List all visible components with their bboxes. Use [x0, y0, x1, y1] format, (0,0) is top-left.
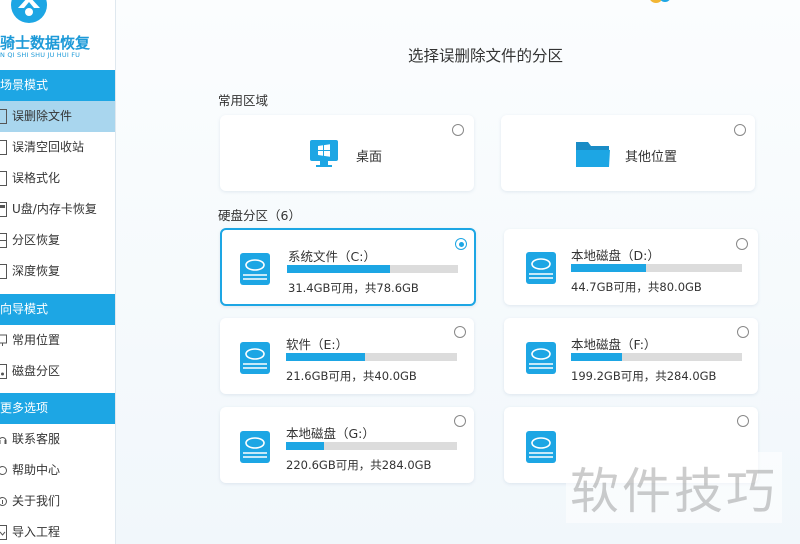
drive-card-d[interactable]: 本地磁盘（D:） 44.7GB可用，共80.0GB	[504, 229, 758, 305]
location-label: 其他位置	[625, 150, 678, 165]
logo-title: 骑士数据恢复	[0, 34, 91, 52]
radio-drive-d[interactable]	[736, 238, 748, 250]
radio-other-location[interactable]	[734, 124, 746, 136]
drive-name: 软件（E:）	[286, 337, 349, 352]
drive-space-info: 220.6GB可用，共284.0GB	[286, 458, 432, 472]
drive-card-e[interactable]: 软件（E:） 21.6GB可用，共40.0GB	[220, 318, 474, 394]
monitor-icon	[0, 334, 7, 346]
drive-card-c[interactable]: 系统文件（C:） 31.4GB可用，共78.6GB	[220, 228, 476, 306]
section-header-scene: 场景模式	[0, 70, 115, 101]
hard-drive-icon	[526, 342, 556, 374]
section-header-more: 更多选项	[0, 393, 115, 424]
sidebar-item-help-center[interactable]: 帮助中心	[0, 455, 115, 486]
drive-usage-bar	[571, 264, 742, 272]
sidebar-item-recycle-bin[interactable]: 误清空回收站	[0, 132, 115, 163]
logo-icon	[11, 0, 47, 23]
drive-usage-bar	[287, 265, 458, 273]
desktop-icon	[310, 140, 338, 167]
location-label: 桌面	[356, 150, 383, 165]
headset-icon	[0, 437, 7, 444]
drive-name: 本地磁盘（D:）	[571, 248, 660, 263]
partition-icon	[0, 233, 7, 248]
file-icon	[0, 109, 7, 124]
hard-drive-icon	[526, 431, 556, 463]
sidebar-item-label: 深度恢复	[12, 264, 61, 278]
common-area-label: 常用区域	[218, 93, 269, 108]
sidebar-item-label: 帮助中心	[12, 463, 61, 477]
drive-card-g[interactable]: 本地磁盘（G:） 220.6GB可用，共284.0GB	[220, 407, 474, 483]
drive-name: 本地磁盘（F:）	[571, 337, 657, 352]
page-title: 选择误删除文件的分区	[408, 47, 564, 65]
drive-usage-fill	[571, 353, 623, 361]
drive-usage-bar	[571, 353, 742, 361]
drive-space-info: 31.4GB可用，共78.6GB	[288, 281, 419, 295]
sidebar-item-contact-support[interactable]: 联系客服	[0, 424, 115, 455]
info-icon	[0, 497, 7, 506]
hard-drive-icon	[526, 252, 556, 284]
file-icon	[0, 264, 7, 279]
file-icon	[0, 140, 7, 155]
hard-drive-icon	[240, 253, 270, 285]
drive-space-info: 44.7GB可用，共80.0GB	[571, 280, 702, 294]
location-card-other[interactable]: 其他位置	[501, 115, 755, 191]
radio-drive-c[interactable]	[455, 238, 467, 250]
hard-drive-icon	[240, 431, 270, 463]
sidebar-item-import-project[interactable]: 导入工程	[0, 517, 115, 544]
radio-desktop[interactable]	[452, 124, 464, 136]
sidebar-item-deep-recovery[interactable]: 深度恢复	[0, 256, 115, 287]
sidebar-item-label: 磁盘分区	[12, 364, 61, 378]
radio-drive-g[interactable]	[454, 415, 466, 427]
file-icon	[0, 171, 7, 186]
sidebar-item-label: 关于我们	[12, 494, 61, 508]
sidebar-item-about-us[interactable]: 关于我们	[0, 486, 115, 517]
drive-name: 系统文件（C:）	[288, 249, 376, 264]
drive-space-info: 21.6GB可用，共40.0GB	[286, 369, 417, 383]
watermark-text: 软件技巧	[566, 452, 783, 523]
sidebar-item-usb[interactable]: U盘/内存卡恢复	[0, 194, 115, 225]
logo-subtitle: N QI SHI SHU JU HUI FU	[0, 51, 81, 59]
drive-usage-bar	[286, 442, 457, 450]
sidebar-item-common-locations[interactable]: 常用位置	[0, 325, 115, 356]
radio-drive-e[interactable]	[454, 326, 466, 338]
drive-usage-fill	[571, 264, 647, 272]
drive-usage-fill	[286, 442, 324, 450]
sidebar-item-label: 常用位置	[12, 333, 61, 347]
sidebar-item-label: 误格式化	[12, 171, 61, 185]
sidebar-item-label: 导入工程	[12, 525, 61, 539]
drive-usage-bar	[286, 353, 457, 361]
sidebar-item-label: 误删除文件	[12, 109, 73, 123]
folder-icon	[576, 142, 610, 167]
drive-name: 本地磁盘（G:）	[286, 426, 375, 441]
drive-space-info: 199.2GB可用，共284.0GB	[571, 369, 717, 383]
hard-drive-icon	[240, 342, 270, 374]
radio-drive-f[interactable]	[737, 326, 749, 338]
location-card-desktop[interactable]: 桌面	[220, 115, 474, 191]
help-icon	[0, 466, 7, 475]
import-icon	[0, 525, 7, 540]
sidebar-item-label: 误清空回收站	[12, 140, 85, 154]
disk-icon	[0, 364, 7, 379]
drive-usage-fill	[287, 265, 390, 273]
sidebar-item-label: 分区恢复	[12, 233, 61, 247]
sidebar-item-label: U盘/内存卡恢复	[12, 202, 97, 216]
app-logo: 骑士数据恢复 N QI SHI SHU JU HUI FU	[0, 0, 115, 68]
sidebar-item-label: 联系客服	[12, 432, 61, 446]
disk-partitions-label: 硬盘分区（6）	[218, 208, 301, 223]
sidebar: 骑士数据恢复 N QI SHI SHU JU HUI FU 场景模式 误删除文件…	[0, 0, 116, 544]
sidebar-item-deleted-files[interactable]: 误删除文件	[0, 101, 115, 132]
radio-drive-h[interactable]	[737, 415, 749, 427]
sidebar-item-format[interactable]: 误格式化	[0, 163, 115, 194]
drive-usage-fill	[286, 353, 365, 361]
decoration-icon	[650, 0, 670, 3]
usb-icon	[0, 202, 7, 217]
sidebar-item-partition-recovery[interactable]: 分区恢复	[0, 225, 115, 256]
drive-card-f[interactable]: 本地磁盘（F:） 199.2GB可用，共284.0GB	[504, 318, 758, 394]
sidebar-item-disk-partitions[interactable]: 磁盘分区	[0, 356, 115, 387]
section-header-wizard: 向导模式	[0, 294, 115, 325]
